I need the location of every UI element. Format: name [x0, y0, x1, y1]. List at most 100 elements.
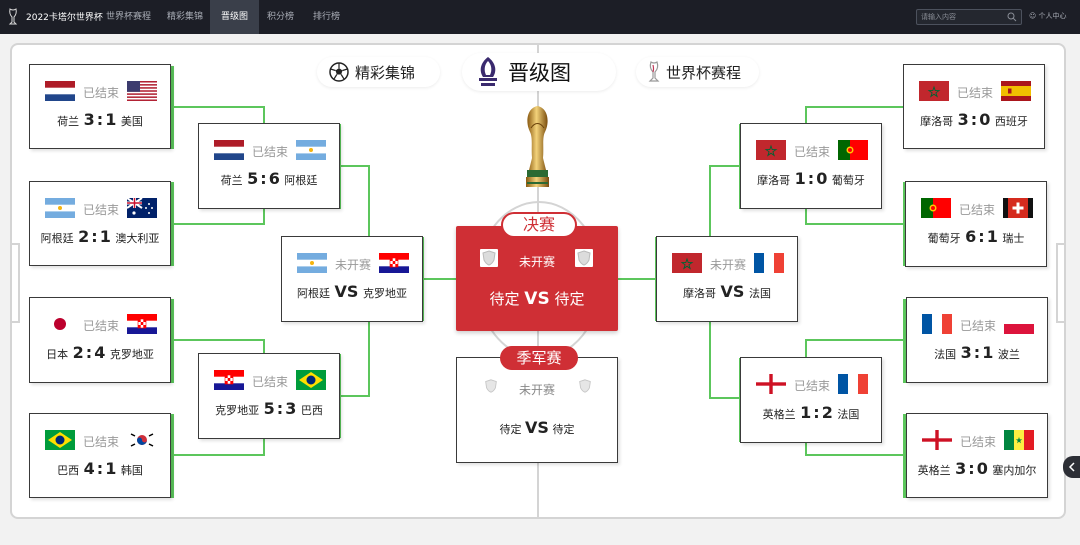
croatia-flag-icon	[379, 253, 409, 273]
team-placeholder-shield-icon	[575, 249, 593, 267]
team1-name: 巴西	[57, 464, 80, 477]
team2-score: 1	[986, 227, 998, 246]
nav-item-bracket[interactable]: 晋级图	[210, 0, 260, 34]
portugal-flag-icon	[838, 140, 868, 160]
score-separator: :	[970, 110, 978, 129]
team2-score: 0	[976, 459, 988, 478]
score-separator: :	[260, 169, 267, 188]
team1-score: 3	[960, 343, 972, 362]
right-goal-box	[1056, 243, 1066, 323]
team2-name: 克罗地亚	[109, 348, 154, 361]
team2-name: 法国	[748, 287, 771, 300]
search-icon[interactable]	[1007, 12, 1017, 22]
third-place-match-card[interactable]: 季军赛 未开赛 待定 VS 待定	[456, 346, 618, 463]
qatar-emblem-icon	[479, 57, 497, 86]
team2-name: 巴西	[300, 404, 323, 417]
final-vs: VS	[524, 289, 550, 309]
team1-score: 1	[794, 169, 806, 188]
world-cup-trophy-small-icon	[648, 61, 660, 82]
team2-name: 美国	[120, 115, 143, 128]
score-separator: :	[96, 459, 104, 478]
team2-score: 3	[285, 399, 297, 418]
team1-name: 英格兰	[917, 464, 951, 477]
third-place-team2: 待定	[552, 423, 575, 436]
match-card[interactable]: 已结束摩洛哥 1:0 葡萄牙	[740, 123, 882, 209]
match-score-line: 葡萄牙 6:1 瑞士	[906, 227, 1046, 246]
match-score-line: 摩洛哥 3:0 西班牙	[904, 110, 1044, 129]
schedule-label: 世界杯赛程	[666, 63, 742, 82]
connector-line	[421, 278, 457, 280]
score-separator: :	[807, 169, 815, 188]
match-card[interactable]: 已结束 葡萄牙 6:1 瑞士	[905, 181, 1047, 267]
vs-label: VS	[334, 282, 359, 301]
side-collapse-button[interactable]	[1063, 456, 1080, 478]
match-card[interactable]: 已结束 克罗地亚 5:3 巴西	[198, 353, 340, 439]
match-status: 已结束	[956, 86, 993, 100]
team2-score: 1	[99, 227, 111, 246]
site-title[interactable]: 2022卡塔尔世界杯	[26, 10, 103, 23]
team1-name: 荷兰	[220, 174, 243, 187]
match-card[interactable]: 已结束 日本 2:4 克罗地亚	[29, 297, 171, 383]
match-card[interactable]: 已结束 荷兰 5:6 阿根廷	[198, 123, 340, 209]
match-vs-line: 摩洛哥 VS 法国	[657, 282, 797, 301]
third-place-vs: VS	[525, 418, 549, 437]
switzerland-flag-icon	[1003, 198, 1033, 218]
match-status: 已结束	[82, 203, 119, 217]
match-card[interactable]: 已结束 巴西 4:1 韩国	[29, 413, 171, 498]
team1-name: 葡萄牙	[927, 232, 961, 245]
team2-score: 2	[821, 403, 833, 422]
score-separator: :	[968, 459, 975, 478]
match-card[interactable]: 已结束 阿根廷 2:1 澳大利亚	[29, 181, 171, 266]
connector-line	[805, 106, 905, 108]
nav-item-rankings[interactable]: 排行榜	[302, 0, 351, 34]
match-status: 已结束	[251, 375, 288, 389]
team1-score: 2	[72, 343, 84, 362]
match-score-line: 摩洛哥 1:0 葡萄牙	[741, 169, 881, 188]
match-card[interactable]: 已结束 法国 3:1 波兰	[906, 297, 1048, 383]
brazil-flag-icon	[296, 370, 326, 390]
match-card[interactable]: 已结束 英格兰 1:2 法国	[740, 357, 882, 443]
user-icon: ☺	[1029, 12, 1037, 20]
connector-line	[263, 208, 265, 225]
nav-item-schedule[interactable]: 世界杯赛程	[95, 0, 162, 34]
team2-name: 法国	[837, 408, 860, 421]
third-place-tag: 季军赛	[500, 346, 578, 370]
team2-name: 葡萄牙	[831, 174, 865, 187]
team2-name: 韩国	[120, 464, 143, 477]
match-status: 已结束	[82, 319, 119, 333]
search-input[interactable]	[921, 11, 1003, 23]
connector-line	[368, 321, 370, 397]
third-place-team1: 待定	[499, 423, 522, 436]
highlights-button[interactable]: 精彩集锦	[317, 57, 440, 87]
user-center-link[interactable]: ☺ 个人中心	[1029, 11, 1067, 21]
match-card[interactable]: 已结束 英格兰 3:0 塞内加尔	[906, 413, 1048, 498]
team2-name: 澳大利亚	[115, 232, 160, 245]
connector-line	[709, 321, 711, 399]
team2-name: 克罗地亚	[362, 287, 407, 300]
team1-score: 3	[955, 459, 967, 478]
final-match-card[interactable]: 决赛 未开赛 待定 VS 待定	[456, 212, 618, 331]
match-card[interactable]: 已结束 荷兰 3:1 美国	[29, 64, 171, 149]
world-cup-logo-icon[interactable]	[8, 8, 18, 26]
argentina-flag-icon	[296, 140, 326, 160]
match-card[interactable]: 未开赛 摩洛哥 VS 法国	[656, 236, 798, 322]
team2-score: 0	[979, 110, 991, 129]
team2-score: 1	[105, 110, 117, 129]
match-status: 已结束	[793, 145, 830, 159]
team1-score: 5	[247, 169, 259, 188]
nav-item-standings[interactable]: 积分榜	[256, 0, 305, 34]
team1-name: 摩洛哥	[683, 287, 717, 300]
top-nav-bar: 2022卡塔尔世界杯 世界杯赛程 精彩集锦 晋级图 积分榜 排行榜 ☺ 个人中心	[0, 0, 1080, 34]
team1-score: 3	[83, 110, 95, 129]
team2-score: 6	[268, 169, 280, 188]
score-separator: :	[85, 343, 93, 362]
connector-line	[618, 278, 656, 280]
match-card[interactable]: 已结束摩洛哥 3:0 西班牙	[903, 64, 1045, 149]
schedule-button[interactable]: 世界杯赛程	[636, 57, 759, 87]
nav-item-highlights[interactable]: 精彩集锦	[156, 0, 214, 34]
usa-flag-icon	[127, 81, 157, 101]
match-card[interactable]: 未开赛 阿根廷 VS 克罗地亚	[281, 236, 423, 322]
team2-score: 1	[982, 343, 994, 362]
final-team2: 待定	[554, 290, 585, 308]
connector-line	[263, 437, 265, 456]
